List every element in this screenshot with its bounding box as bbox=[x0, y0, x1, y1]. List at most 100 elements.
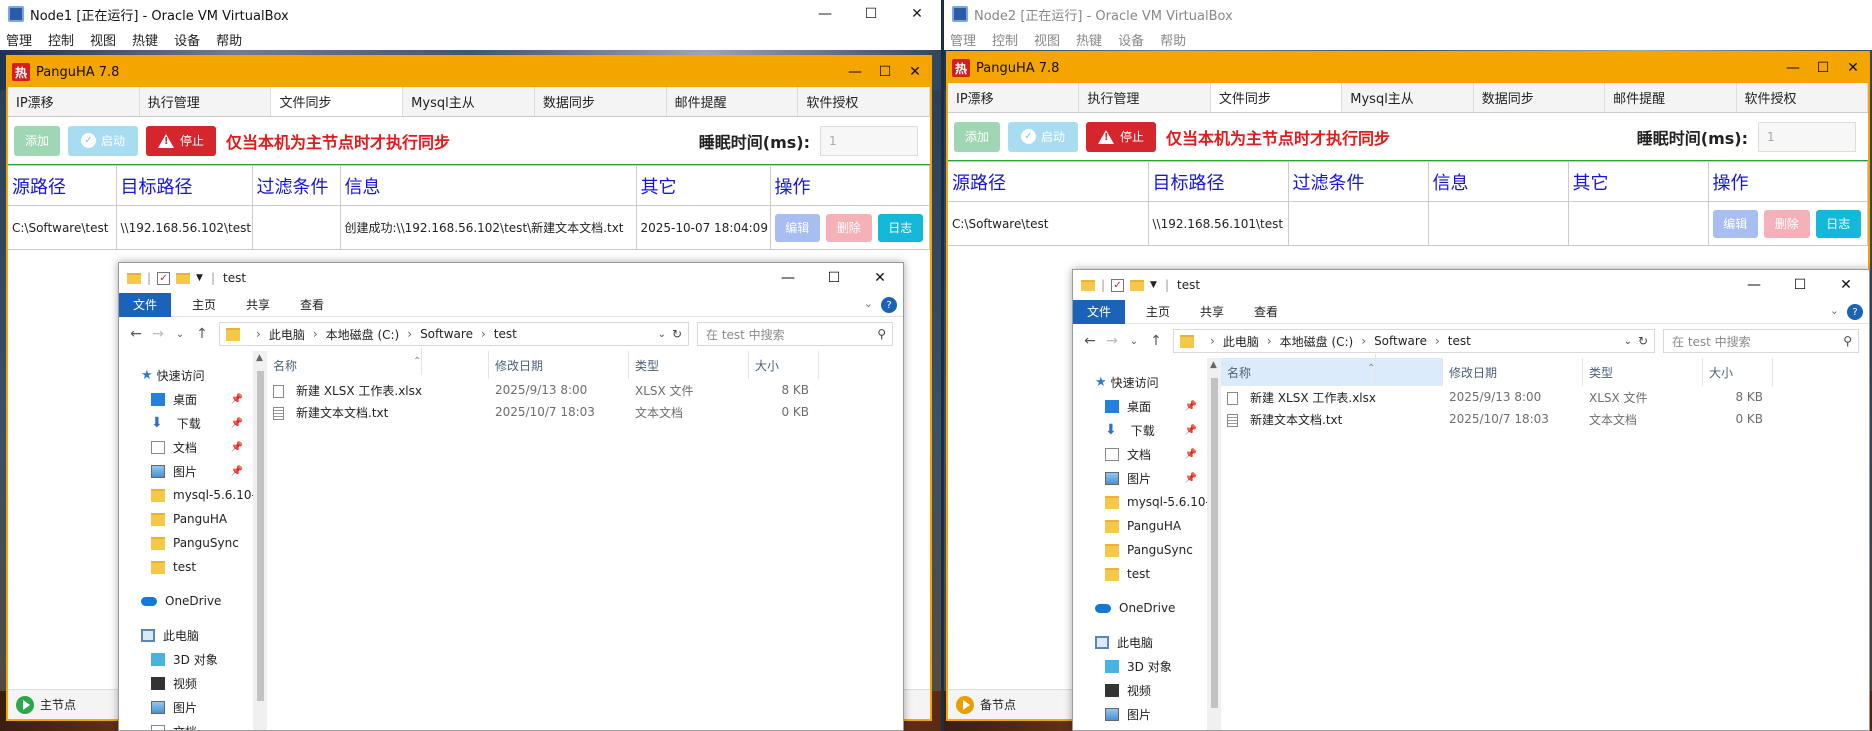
log-button[interactable]: 日志 bbox=[1815, 209, 1861, 238]
tab-mysql-replication[interactable]: Mysql主从 bbox=[403, 87, 535, 116]
ribbon-share[interactable]: 共享 bbox=[1185, 300, 1239, 324]
crumb-this-pc[interactable]: 此电脑 bbox=[269, 326, 305, 343]
expand-ribbon-icon[interactable]: ⌄ bbox=[864, 297, 873, 310]
menu-devices[interactable]: 设备 bbox=[174, 30, 200, 49]
close-icon[interactable]: ✕ bbox=[1823, 270, 1869, 300]
nav-folder-pangusync[interactable]: PanguSync bbox=[119, 531, 253, 555]
nav-desktop[interactable]: 桌面 📌 bbox=[119, 387, 253, 411]
nav-documents[interactable]: 文档 📌 bbox=[119, 435, 253, 459]
tab-mail-alert[interactable]: 邮件提醒 bbox=[667, 87, 799, 116]
maximize-icon[interactable]: ☐ bbox=[1777, 270, 1823, 300]
recent-dropdown-icon[interactable]: ⌄ bbox=[169, 329, 191, 340]
maximize-icon[interactable]: ☐ bbox=[811, 263, 857, 293]
up-icon[interactable]: ↑ bbox=[1145, 333, 1167, 349]
menu-help[interactable]: 帮助 bbox=[1160, 30, 1186, 49]
nav-folder-panguha[interactable]: PanguHA bbox=[119, 507, 253, 531]
address-dropdown-icon[interactable]: ⌄ bbox=[1624, 336, 1632, 347]
search-input[interactable]: 在 test 中搜索 ⚲ bbox=[1663, 329, 1859, 353]
forward-icon[interactable]: → bbox=[1101, 333, 1123, 349]
header-size[interactable]: 大小 bbox=[1703, 358, 1773, 386]
nav-pc-pictures[interactable]: 图片 bbox=[1073, 702, 1207, 726]
address-dropdown-icon[interactable]: ⌄ bbox=[658, 329, 666, 340]
help-icon[interactable]: ? bbox=[1847, 304, 1863, 320]
stop-button[interactable]: 停止 bbox=[1086, 121, 1156, 152]
maximize-icon[interactable]: ☐ bbox=[848, 0, 894, 28]
sleep-time-input[interactable]: 1 bbox=[820, 126, 918, 156]
start-button[interactable]: ✓ 启动 bbox=[1008, 121, 1078, 152]
edit-button[interactable]: 编辑 bbox=[774, 213, 820, 242]
nav-folder-panguha[interactable]: PanguHA bbox=[1073, 514, 1207, 538]
tab-ip-drift[interactable]: IP漂移 bbox=[8, 87, 140, 116]
menu-hotkey[interactable]: 热键 bbox=[132, 30, 158, 49]
nav-folder-test[interactable]: test bbox=[119, 555, 253, 579]
menu-view[interactable]: 视图 bbox=[1034, 30, 1060, 49]
nav-folder-test[interactable]: test bbox=[1073, 562, 1207, 586]
menu-help[interactable]: 帮助 bbox=[216, 30, 242, 49]
header-name[interactable]: 名称 bbox=[267, 351, 489, 379]
nav-pictures[interactable]: 图片 📌 bbox=[1073, 466, 1207, 490]
tab-file-sync[interactable]: 文件同步 bbox=[1210, 83, 1343, 112]
new-folder-icon[interactable] bbox=[1130, 279, 1145, 291]
tab-data-sync[interactable]: 数据同步 bbox=[1474, 83, 1606, 112]
crumb-test[interactable]: test bbox=[1448, 334, 1471, 348]
menu-devices[interactable]: 设备 bbox=[1118, 30, 1144, 49]
refresh-icon[interactable]: ↻ bbox=[1638, 334, 1648, 348]
maximize-icon[interactable]: ☐ bbox=[1808, 53, 1838, 83]
close-icon[interactable]: ✕ bbox=[857, 263, 903, 293]
tab-license[interactable]: 软件授权 bbox=[798, 87, 930, 116]
nav-documents[interactable]: 文档 📌 bbox=[1073, 442, 1207, 466]
ribbon-home[interactable]: 主页 bbox=[177, 293, 231, 317]
tab-exec-manage[interactable]: 执行管理 bbox=[1079, 83, 1211, 112]
menu-control[interactable]: 控制 bbox=[48, 30, 74, 49]
customize-dropdown-icon[interactable]: ▼ bbox=[1150, 280, 1157, 290]
back-icon[interactable]: ← bbox=[1079, 333, 1101, 349]
tab-ip-drift[interactable]: IP漂移 bbox=[948, 83, 1080, 112]
expand-ribbon-icon[interactable]: ⌄ bbox=[1830, 304, 1839, 317]
nav-pictures[interactable]: 图片 📌 bbox=[119, 459, 253, 483]
delete-button[interactable]: 删除 bbox=[1764, 209, 1810, 238]
nav-folder-mysql[interactable]: mysql-5.6.10-w bbox=[1073, 490, 1207, 514]
menu-view[interactable]: 视图 bbox=[90, 30, 116, 49]
nav-pc-documents[interactable]: 文档 bbox=[119, 719, 253, 730]
sleep-time-input[interactable]: 1 bbox=[1758, 122, 1856, 152]
tab-mail-alert[interactable]: 邮件提醒 bbox=[1605, 83, 1737, 112]
ribbon-home[interactable]: 主页 bbox=[1131, 300, 1185, 324]
address-bar[interactable]: › 此电脑 › 本地磁盘 (C:) › Software › test ⌄ ↻ bbox=[1173, 329, 1655, 353]
nav-scrollbar[interactable]: ▲ bbox=[253, 351, 267, 730]
menu-manage[interactable]: 管理 bbox=[950, 30, 976, 49]
back-icon[interactable]: ← bbox=[125, 326, 147, 342]
nav-folder-pangusync[interactable]: PanguSync bbox=[1073, 538, 1207, 562]
address-bar[interactable]: › 此电脑 › 本地磁盘 (C:) › Software › test ⌄ ↻ bbox=[219, 322, 689, 346]
help-icon[interactable]: ? bbox=[881, 297, 897, 313]
nav-onedrive[interactable]: OneDrive bbox=[1073, 596, 1207, 620]
nav-videos[interactable]: 视频 bbox=[1073, 678, 1207, 702]
nav-quick-access[interactable]: ★ 快速访问 bbox=[1073, 370, 1207, 394]
tab-data-sync[interactable]: 数据同步 bbox=[535, 87, 667, 116]
crumb-software[interactable]: Software bbox=[420, 327, 473, 341]
file-row[interactable]: 新建 XLSX 工作表.xlsx 2025/9/13 8:00 XLSX 文件 … bbox=[1221, 386, 1869, 408]
header-type[interactable]: 类型 bbox=[1583, 358, 1703, 386]
tab-license[interactable]: 软件授权 bbox=[1737, 83, 1868, 112]
nav-desktop[interactable]: 桌面 📌 bbox=[1073, 394, 1207, 418]
new-folder-icon[interactable] bbox=[176, 272, 191, 284]
nav-videos[interactable]: 视频 bbox=[119, 671, 253, 695]
minimize-icon[interactable]: — bbox=[765, 263, 811, 293]
crumb-local-disk[interactable]: 本地磁盘 (C:) bbox=[1280, 333, 1354, 350]
tab-mysql-replication[interactable]: Mysql主从 bbox=[1342, 83, 1474, 112]
properties-icon[interactable]: ✓ bbox=[1111, 278, 1125, 292]
ribbon-file[interactable]: 文件 bbox=[119, 292, 172, 317]
file-row[interactable]: 新建文本文档.txt 2025/10/7 18:03 文本文档 0 KB bbox=[1221, 408, 1869, 430]
header-type[interactable]: 类型 bbox=[629, 351, 749, 379]
nav-downloads[interactable]: ⬇ 下载 📌 bbox=[119, 411, 253, 435]
nav-quick-access[interactable]: ★ 快速访问 bbox=[119, 363, 253, 387]
recent-dropdown-icon[interactable]: ⌄ bbox=[1123, 336, 1145, 347]
add-button[interactable]: 添加 bbox=[14, 125, 60, 156]
menu-control[interactable]: 控制 bbox=[992, 30, 1018, 49]
forward-icon[interactable]: → bbox=[147, 326, 169, 342]
minimize-icon[interactable]: — bbox=[802, 0, 848, 28]
ribbon-view[interactable]: 查看 bbox=[1239, 300, 1293, 324]
stop-button[interactable]: 停止 bbox=[146, 125, 216, 156]
nav-folder-mysql[interactable]: mysql-5.6.10-w bbox=[119, 483, 253, 507]
nav-downloads[interactable]: ⬇ 下载 📌 bbox=[1073, 418, 1207, 442]
header-name[interactable]: 名称 bbox=[1221, 358, 1443, 386]
